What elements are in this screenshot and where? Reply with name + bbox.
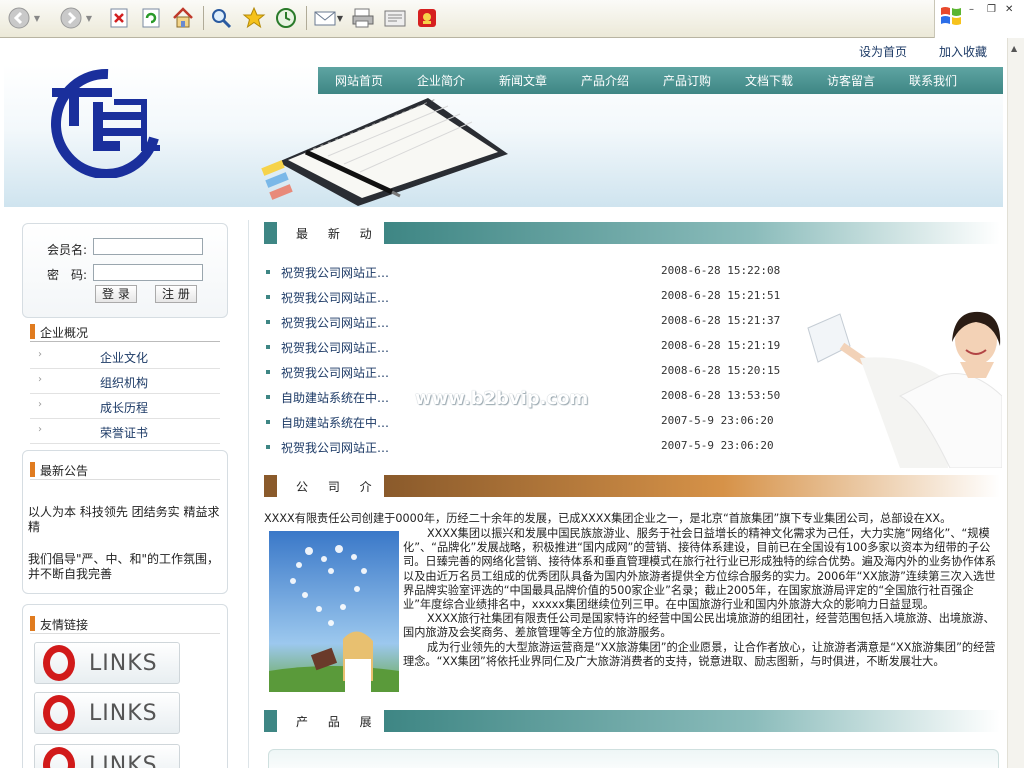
news-item[interactable]: 祝贺我公司网站正… 2008-6-28 15:22:08: [266, 264, 786, 282]
forward-dropdown-icon[interactable]: ▼: [82, 5, 96, 31]
password-label: 密 码:: [47, 268, 88, 282]
friend-links-heading: 友情链接: [30, 614, 220, 634]
nav-home[interactable]: 网站首页: [318, 72, 400, 89]
company-logo: [50, 68, 162, 181]
chevron-right-icon: ›: [38, 424, 42, 435]
nav-news[interactable]: 新闻文章: [482, 72, 564, 89]
company-intro-body: XXXX集团以振兴和发展中国民族旅游业、服务于社会日益增长的精神文化需求为己任，…: [403, 527, 1000, 669]
company-overview-heading: 企业概况: [30, 322, 220, 342]
product-gallery: [268, 749, 999, 768]
windows-flag-icon: [941, 7, 961, 25]
opera-logo-icon: [43, 645, 75, 681]
chevron-right-icon: ›: [38, 399, 42, 410]
opera-logo-icon: [43, 695, 75, 731]
member-label: 会员名:: [47, 243, 88, 257]
intro-paragraph: XXXX旅行社集团有限责任公司是国家特许的经营中国公民出境旅游的组团社，经营范围…: [403, 612, 995, 640]
web-page: 设为首页 加入收藏 网站首页 企业简介 新闻文章 产品介绍 产品订购 文档下载 …: [0, 38, 1007, 768]
print-icon[interactable]: [350, 5, 376, 31]
top-links: 设为首页 加入收藏: [859, 43, 987, 60]
intro-paragraph: 成为行业领先的大型旅游运营商是“XX旅游集团”的企业愿景，让合作者放心，让旅游者…: [403, 640, 996, 668]
news-item[interactable]: 祝贺我公司网站正… 2007-5-9 23:06:20: [266, 439, 786, 457]
back-icon[interactable]: [6, 5, 32, 31]
vertical-scrollbar[interactable]: ▲: [1007, 38, 1024, 768]
company-intro-heading: 公 司 介 绍: [264, 475, 1000, 497]
news-item[interactable]: 祝贺我公司网站正… 2008-6-28 15:21:19: [266, 339, 786, 357]
chevron-right-icon: ›: [38, 349, 42, 360]
member-input[interactable]: [93, 238, 203, 255]
browser-toolbar: ▼ ▼ ▼ – ❐ ✕: [0, 0, 1024, 38]
favorites-icon[interactable]: [241, 5, 267, 31]
stop-icon[interactable]: [106, 5, 132, 31]
password-input[interactable]: [93, 264, 203, 281]
mail-dropdown-icon[interactable]: ▼: [334, 5, 346, 31]
sidebar-item-organization[interactable]: › 组织机构: [30, 369, 220, 394]
businesswoman-illustration: [790, 306, 1003, 469]
login-panel: 会员名: 密 码: 登 录 注 册: [22, 223, 228, 318]
nav-order[interactable]: 产品订购: [646, 72, 728, 89]
nav-downloads[interactable]: 文档下载: [728, 72, 810, 89]
login-button[interactable]: 登 录: [95, 285, 137, 303]
opera-logo-icon: [43, 747, 75, 768]
watermark: www.b2bvip.com: [415, 388, 589, 409]
windows-logo-area: – ❐ ✕: [934, 0, 1024, 38]
friend-link-button[interactable]: LINKS: [34, 692, 180, 734]
restore-icon[interactable]: ❐: [987, 4, 996, 15]
friend-link-button[interactable]: LINKS: [34, 744, 180, 768]
notice-text-2: 我们倡导"严、中、和"的工作氛围，并不断自我完善: [28, 552, 220, 581]
edit-icon[interactable]: [382, 5, 408, 31]
news-item[interactable]: 祝贺我公司网站正… 2008-6-28 15:21:51: [266, 289, 786, 307]
notebook-illustration: [258, 94, 508, 209]
news-item[interactable]: 祝贺我公司网站正… 2008-6-28 15:20:15: [266, 364, 786, 382]
back-dropdown-icon[interactable]: ▼: [30, 5, 44, 31]
news-item[interactable]: 自助建站系统在中… 2007-5-9 23:06:20: [266, 414, 786, 432]
main-nav: 网站首页 企业简介 新闻文章 产品介绍 产品订购 文档下载 访客留言 联系我们: [318, 67, 1003, 94]
nav-products[interactable]: 产品介绍: [564, 72, 646, 89]
sidebar-item-culture[interactable]: › 企业文化: [30, 344, 220, 369]
add-favorite-link[interactable]: 加入收藏: [939, 43, 987, 60]
friend-link-button[interactable]: LINKS: [34, 642, 180, 684]
search-icon[interactable]: [208, 5, 234, 31]
forward-icon[interactable]: [58, 5, 84, 31]
sidebar-item-history[interactable]: › 成长历程: [30, 394, 220, 419]
chevron-right-icon: ›: [38, 374, 42, 385]
register-button[interactable]: 注 册: [155, 285, 197, 303]
nav-about[interactable]: 企业简介: [400, 72, 482, 89]
news-heading: 最 新 动 态: [264, 222, 1000, 244]
scroll-up-icon[interactable]: ▲: [1011, 44, 1017, 53]
refresh-icon[interactable]: [138, 5, 164, 31]
minimize-icon[interactable]: –: [969, 4, 974, 15]
products-heading: 产 品 展 示: [264, 710, 1000, 732]
news-item[interactable]: 祝贺我公司网站正… 2008-6-28 15:21:37: [266, 314, 786, 332]
intro-paragraph: XXXX集团以振兴和发展中国民族旅游业、服务于社会日益增长的精神文化需求为己任，…: [403, 527, 996, 612]
close-window-icon[interactable]: ✕: [1005, 4, 1013, 15]
notice-heading: 最新公告: [30, 460, 220, 480]
butterfly-heart-image: [269, 531, 399, 692]
sidebar-item-honors[interactable]: › 荣誉证书: [30, 419, 220, 444]
set-homepage-link[interactable]: 设为首页: [859, 43, 907, 60]
column-divider: [248, 220, 249, 768]
nav-guestbook[interactable]: 访客留言: [810, 72, 892, 89]
history-icon[interactable]: [273, 5, 299, 31]
notice-text-1: 以人为本 科技领先 团结务实 精益求精: [28, 505, 220, 534]
nav-contact[interactable]: 联系我们: [892, 72, 974, 89]
home-icon[interactable]: [170, 5, 196, 31]
messenger-icon[interactable]: [414, 5, 440, 31]
company-intro-first-line: XXXX有限责任公司创建于0000年，历经二十余年的发展，已成XXXX集团企业之…: [264, 512, 952, 525]
